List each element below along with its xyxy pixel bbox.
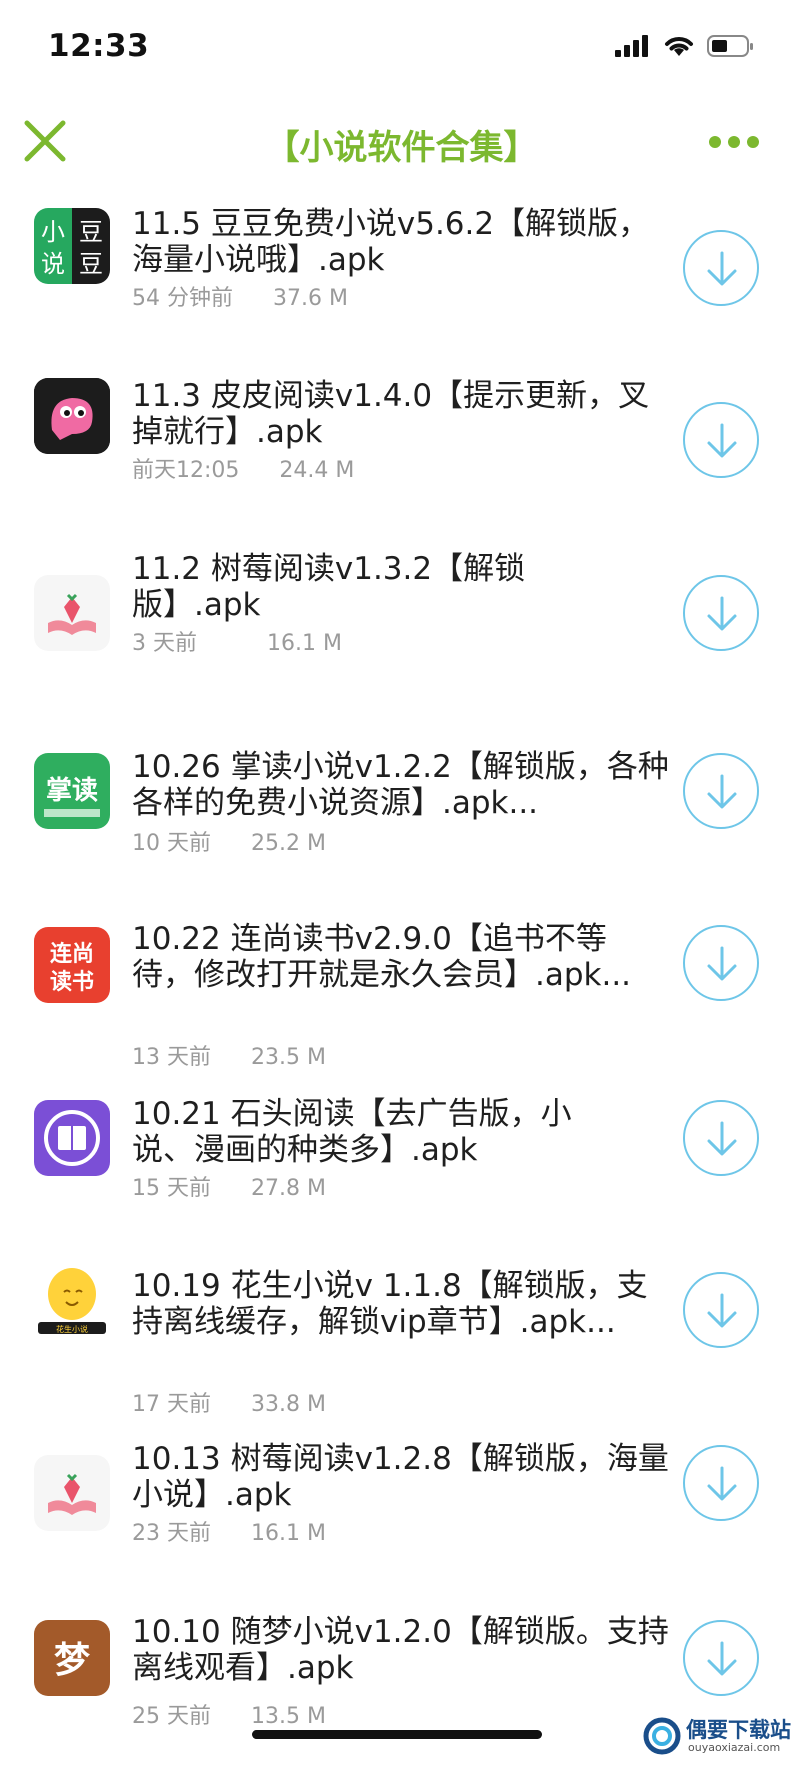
- download-arrow-icon: [707, 1121, 737, 1156]
- file-time: 25 天前: [132, 1704, 211, 1729]
- file-name: 10.26 掌读小说v1.2.2【解锁版，各种各样的免费小说资源】.apk...: [132, 749, 669, 821]
- file-meta: 23 天前 16.1 M: [132, 1515, 326, 1547]
- download-arrow-icon: [707, 1466, 737, 1501]
- home-indicator[interactable]: [252, 1730, 542, 1739]
- status-icons: [615, 34, 755, 58]
- file-size: 16.1 M: [251, 1521, 326, 1546]
- download-arrow-icon: [707, 423, 737, 458]
- huasheng-app-icon: 花生小说: [34, 1262, 110, 1338]
- suimeng-app-icon: 梦: [34, 1620, 110, 1696]
- file-name: 11.2 树莓阅读v1.3.2【解锁版】.apk: [132, 551, 526, 623]
- download-button[interactable]: [683, 230, 759, 306]
- download-button[interactable]: [683, 575, 759, 651]
- download-button[interactable]: [683, 1620, 759, 1696]
- page-title: 【小说软件合集】: [265, 128, 538, 168]
- file-size: 37.6 M: [273, 286, 348, 311]
- list-item[interactable]: 11.3 皮皮阅读v1.4.0【提示更新，叉掉就行】.apk 前天12:05 24…: [0, 372, 803, 532]
- file-meta: 15 天前 27.8 M: [132, 1170, 326, 1202]
- download-button[interactable]: [683, 1445, 759, 1521]
- download-arrow-icon: [707, 251, 737, 286]
- file-name: 10.22 连尚读书v2.9.0【追书不等待，修改打开就是永久会员】.apk..…: [132, 921, 632, 993]
- list-item[interactable]: 11.2 树莓阅读v1.3.2【解锁版】.apk 3 天前 16.1 M: [0, 545, 803, 705]
- file-time: 3 天前: [132, 631, 197, 656]
- icon-text: 连尚: [50, 941, 94, 967]
- list-item[interactable]: 10.13 树莓阅读v1.2.8【解锁版，海量小说】.apk 23 天前 16.1…: [0, 1435, 803, 1595]
- download-arrow-icon: [707, 774, 737, 809]
- file-time: 54 分钟前: [132, 286, 233, 311]
- status-bar: 12:33: [0, 0, 803, 100]
- file-time: 15 天前: [132, 1176, 211, 1201]
- file-time: 17 天前: [132, 1392, 211, 1417]
- list-item[interactable]: 小 豆 说 豆 11.5 豆豆免费小说v5.6.2【解锁版，海量小说哦】.apk…: [0, 200, 803, 360]
- file-size: 25.2 M: [251, 831, 326, 856]
- cellular-signal-icon: [615, 35, 648, 57]
- shumei-app-icon: [34, 575, 110, 651]
- file-meta: 3 天前 16.1 M: [132, 625, 342, 657]
- file-time: 前天12:05: [132, 458, 240, 483]
- file-name: 10.19 花生小说v 1.1.8【解锁版，支持离线缓存，解锁vip章节】.ap…: [132, 1268, 648, 1340]
- download-button[interactable]: [683, 1272, 759, 1348]
- file-name: 10.13 树莓阅读v1.2.8【解锁版，海量小说】.apk: [132, 1441, 669, 1513]
- battery-icon: [707, 35, 753, 57]
- file-size: 16.1 M: [267, 631, 342, 656]
- shitou-app-icon: [34, 1100, 110, 1176]
- list-item[interactable]: 连尚 读书 10.22 连尚读书v2.9.0【追书不等待，修改打开就是永久会员】…: [0, 895, 803, 1070]
- download-button[interactable]: [683, 925, 759, 1001]
- lianshang-app-icon: 连尚 读书: [34, 927, 110, 1003]
- icon-char: 豆: [79, 218, 103, 246]
- file-size: 27.8 M: [251, 1176, 326, 1201]
- icon-char: 说: [41, 250, 65, 278]
- icon-text: 掌读: [46, 776, 98, 806]
- download-button[interactable]: [683, 753, 759, 829]
- watermark-url: ouyaoxiazai.com: [688, 1741, 781, 1754]
- more-dot-icon: [747, 136, 759, 148]
- download-arrow-icon: [707, 596, 737, 631]
- file-size: 23.5 M: [251, 1045, 326, 1070]
- wifi-icon: [665, 37, 693, 56]
- file-meta: 13 天前 23.5 M: [132, 1039, 326, 1071]
- file-size: 33.8 M: [251, 1392, 326, 1417]
- shumei-app-icon: [34, 1455, 110, 1531]
- download-arrow-icon: [707, 1641, 737, 1676]
- file-time: 23 天前: [132, 1521, 211, 1546]
- file-time: 13 天前: [132, 1045, 211, 1070]
- download-arrow-icon: [707, 946, 737, 981]
- icon-text: 梦: [54, 1639, 90, 1681]
- list-item[interactable]: 掌读 10.26 掌读小说v1.2.2【解锁版，各种各样的免费小说资源】.apk…: [0, 717, 803, 877]
- file-time: 10 天前: [132, 831, 211, 856]
- file-meta: 25 天前 13.5 M: [132, 1698, 326, 1730]
- more-dot-icon: [728, 136, 740, 148]
- file-size: 13.5 M: [251, 1704, 326, 1729]
- download-button[interactable]: [683, 402, 759, 478]
- file-name: 11.5 豆豆免费小说v5.6.2【解锁版，海量小说哦】.apk: [132, 206, 650, 278]
- file-name: 10.10 随梦小说v1.2.0【解锁版。支持离线观看】.apk: [132, 1614, 669, 1686]
- icon-char: 小: [41, 218, 65, 246]
- file-meta: 前天12:05 24.4 M: [132, 452, 354, 484]
- list-item[interactable]: 花生小说 10.19 花生小说v 1.1.8【解锁版，支持离线缓存，解锁vip章…: [0, 1262, 803, 1422]
- more-options-button[interactable]: [709, 134, 759, 150]
- watermark-name: 偶要下载站: [686, 1718, 791, 1742]
- download-button[interactable]: [683, 1100, 759, 1176]
- file-name: 10.21 石头阅读【去广告版，小说、漫画的种类多】.apk: [132, 1096, 572, 1168]
- icon-char: 豆: [79, 250, 103, 278]
- download-arrow-icon: [707, 1293, 737, 1328]
- more-dot-icon: [709, 136, 721, 148]
- zhangdu-app-icon: 掌读: [34, 753, 110, 829]
- file-name: 11.3 皮皮阅读v1.4.0【提示更新，叉掉就行】.apk: [132, 378, 650, 450]
- watermark-logo-icon: [643, 1717, 681, 1755]
- nav-bar: 【小说软件合集】: [0, 100, 803, 196]
- icon-text: 读书: [50, 970, 94, 995]
- watermark: 偶要下载站 ouyaoxiazai.com: [642, 1712, 803, 1758]
- file-meta: 17 天前 33.8 M: [132, 1386, 326, 1418]
- pipi-app-icon: [34, 378, 110, 454]
- file-meta: 10 天前 25.2 M: [132, 825, 326, 857]
- icon-text: 花生小说: [56, 1324, 88, 1334]
- file-meta: 54 分钟前 37.6 M: [132, 280, 348, 312]
- file-size: 24.4 M: [279, 458, 355, 483]
- list-item[interactable]: 10.21 石头阅读【去广告版，小说、漫画的种类多】.apk 15 天前 27.8…: [0, 1090, 803, 1250]
- doudou-app-icon: 小 豆 说 豆: [34, 208, 110, 284]
- status-time: 12:33: [48, 28, 150, 64]
